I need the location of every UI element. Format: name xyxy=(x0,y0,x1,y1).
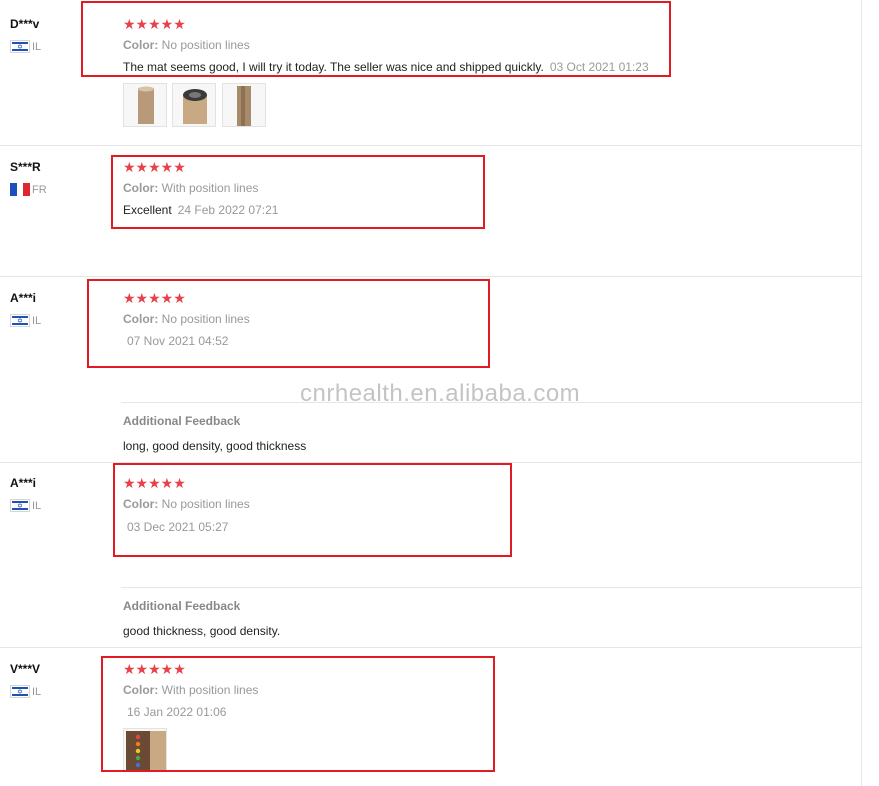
reviewer-country: ✡ IL xyxy=(10,40,41,53)
israel-flag-icon: ✡ xyxy=(10,40,30,53)
reviewer-country: ✡ IL xyxy=(10,685,41,698)
right-divider xyxy=(861,0,862,786)
reviewer-country: FR xyxy=(10,183,47,196)
highlight-box xyxy=(113,463,512,557)
review-photo-thumbnail[interactable] xyxy=(172,83,216,127)
mat-tube-icon xyxy=(138,86,154,124)
additional-feedback-text: long, good density, good thickness xyxy=(123,439,307,453)
review-separator xyxy=(0,145,861,146)
additional-feedback-label: Additional Feedback xyxy=(123,414,241,428)
review-separator xyxy=(0,276,861,277)
feedback-separator xyxy=(121,587,861,588)
additional-feedback-text: good thickness, good density. xyxy=(123,624,281,638)
reviewer-name: V***V xyxy=(10,662,41,676)
france-flag-icon xyxy=(10,183,31,196)
reviewer-name: D***v xyxy=(10,17,40,31)
highlight-box xyxy=(81,1,671,77)
israel-flag-icon: ✡ xyxy=(10,499,30,512)
rolled-mat-icon xyxy=(237,86,251,126)
review-photo-thumbnail[interactable] xyxy=(123,83,167,127)
highlight-box xyxy=(101,656,495,772)
israel-flag-icon: ✡ xyxy=(10,314,30,327)
country-code: IL xyxy=(32,499,42,512)
reviewer-name: A***i xyxy=(10,291,37,305)
reviewer-country: ✡ IL xyxy=(10,314,41,327)
review-photo-thumbnail[interactable] xyxy=(222,83,266,127)
reviewer-name: S***R xyxy=(10,160,41,174)
additional-feedback-label: Additional Feedback xyxy=(123,599,241,613)
country-code: IL xyxy=(32,40,42,53)
country-code: FR xyxy=(32,183,47,196)
review-separator xyxy=(0,647,861,648)
israel-flag-icon: ✡ xyxy=(10,685,30,698)
country-code: IL xyxy=(32,685,42,698)
mat-tube-end-icon xyxy=(183,89,207,124)
reviewer-name: A***i xyxy=(10,476,37,490)
watermark: cnrhealth.en.alibaba.com xyxy=(300,380,581,407)
highlight-box xyxy=(87,279,490,368)
highlight-box xyxy=(111,155,485,229)
country-code: IL xyxy=(32,314,42,327)
reviewer-country: ✡ IL xyxy=(10,499,41,512)
